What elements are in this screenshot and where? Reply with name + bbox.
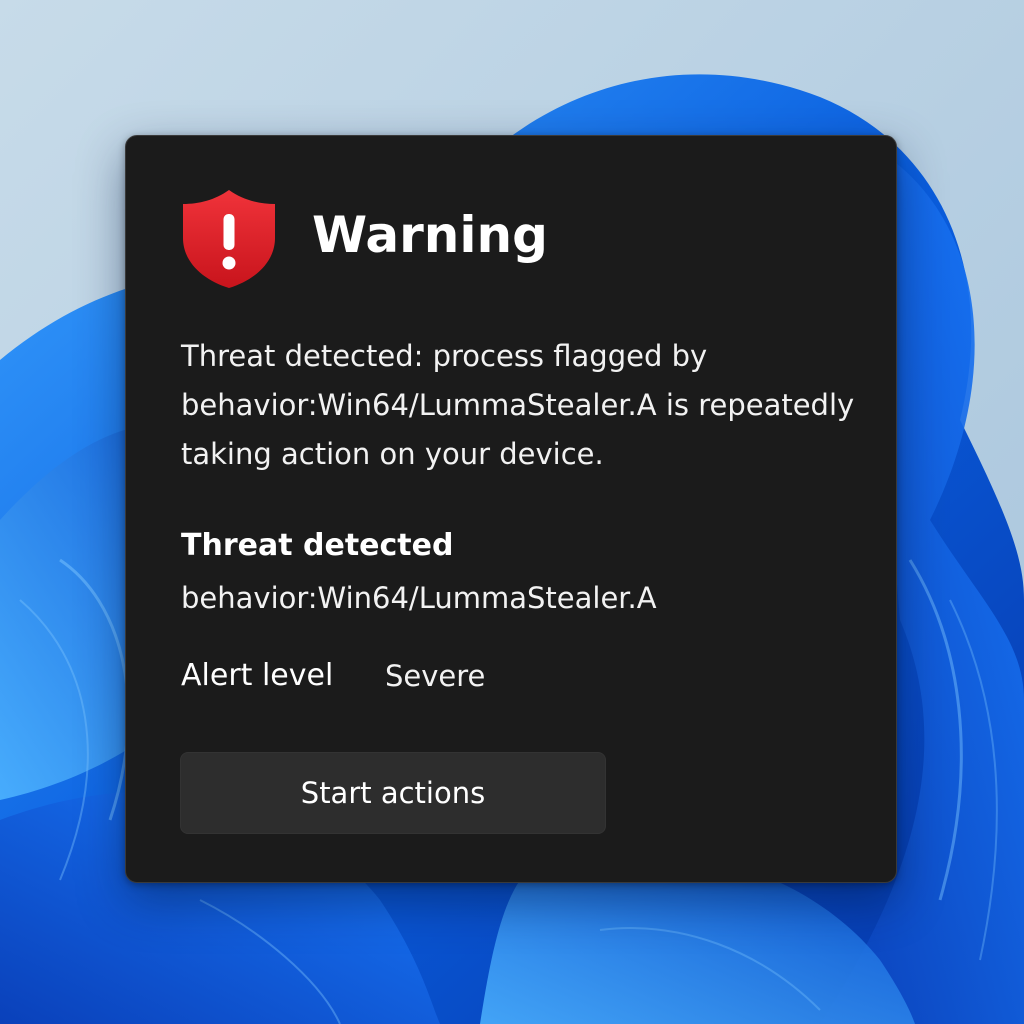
shield-exclamation-icon (183, 190, 275, 288)
alert-level-label: Alert level (181, 658, 334, 693)
threat-name: behavior:Win64/LummaStealer.A (181, 581, 657, 615)
threat-warning-dialog: Warning Threat detected: process flagged… (125, 135, 897, 883)
start-actions-button[interactable]: Start actions (180, 752, 606, 834)
threat-message: Threat detected: process flagged by beha… (181, 339, 855, 471)
dialog-title: Warning (312, 206, 548, 264)
threat-detected-heading: Threat detected (181, 528, 454, 563)
alert-level-value: Severe (385, 659, 486, 693)
